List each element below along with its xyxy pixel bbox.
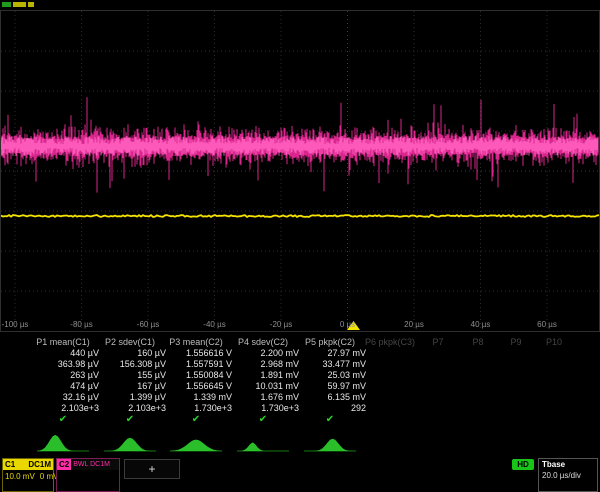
brand-mark-yellow: [13, 2, 26, 7]
time-axis-label: -100 µs: [2, 320, 29, 329]
waveform-canvas: [1, 11, 599, 331]
histicon-distribution: [37, 435, 89, 451]
histicon-chart: [35, 430, 91, 454]
plot-area[interactable]: -100 µs -80 µs -60 µs -40 µs -20 µs 0 µs 20 µs…: [0, 10, 600, 332]
time-axis-label: 60 µs: [537, 320, 557, 329]
time-axis-label: -80 µs: [70, 320, 92, 329]
histicon-chart: [168, 430, 224, 454]
measure-value: 6.135 mV: [280, 392, 380, 403]
time-axis-label: -40 µs: [203, 320, 225, 329]
histicon-4[interactable]: [235, 430, 291, 454]
measure-status-check-icon: ✔: [280, 414, 380, 426]
histicon-1[interactable]: [35, 430, 91, 454]
c2-descriptor-strip: C2 BWL DC1M: [57, 459, 119, 470]
brand-mark-green: [2, 2, 11, 7]
measurement-table: P1 mean(C1)440 µV363.98 µV263 µV474 µV32…: [0, 336, 600, 428]
c1-descriptor-strip: C1 DC1M: [3, 459, 53, 470]
histicon-2[interactable]: [102, 430, 158, 454]
histicon-5[interactable]: [302, 430, 358, 454]
histicon-distribution: [170, 440, 222, 451]
histicon-strip: [0, 430, 600, 456]
channel-descriptor-c1[interactable]: C1 DC1M 10.0 mV 0 mV: [2, 458, 54, 492]
measure-column-p5: P5 pkpk(C2)27.97 mV33.477 mV25.03 mV59.9…: [280, 336, 380, 426]
histicon-chart: [102, 430, 158, 454]
time-axis-label: 0 µs: [340, 320, 355, 329]
measure-value: 25.03 mV: [280, 370, 380, 381]
measure-value: 292: [280, 403, 380, 414]
c2-label: C2: [57, 459, 71, 470]
histicon-chart: [302, 430, 358, 454]
time-axis-label: -20 µs: [270, 320, 292, 329]
histicon-chart: [235, 430, 291, 454]
channel-descriptor-c2[interactable]: C2 BWL DC1M: [56, 458, 120, 492]
timebase-scale: 20.0 µs/div: [539, 470, 597, 481]
measure-value: 33.477 mV: [280, 359, 380, 370]
add-trace-button[interactable]: +: [124, 459, 180, 479]
timebase-descriptor[interactable]: Tbase 20.0 µs/div: [538, 458, 598, 492]
c2-badges: BWL DC1M: [71, 461, 110, 468]
time-axis-label: 40 µs: [471, 320, 491, 329]
c1-coupling: DC1M: [28, 460, 51, 469]
measure-value: 27.97 mV: [280, 348, 380, 359]
histicon-distribution: [237, 442, 289, 451]
c1-descriptor-body: 10.0 mV 0 mV: [3, 470, 53, 481]
timebase-label: Tbase: [539, 459, 597, 470]
histicon-distribution: [304, 439, 356, 451]
measure-value: 59.97 mV: [280, 381, 380, 392]
hd-mode-chip[interactable]: HD: [512, 459, 534, 470]
brand-marks: [2, 2, 34, 7]
c1-waveform[interactable]: [1, 215, 599, 217]
measure-header-p10[interactable]: P10: [504, 336, 600, 348]
measure-column-p10: P10: [504, 336, 600, 348]
histicon-3[interactable]: [168, 430, 224, 454]
time-axis-label: -60 µs: [137, 320, 159, 329]
histicon-distribution: [104, 438, 156, 451]
c1-label: C1: [5, 460, 15, 469]
brand-mark-yellow-2: [28, 2, 34, 7]
time-axis-label: 20 µs: [404, 320, 424, 329]
